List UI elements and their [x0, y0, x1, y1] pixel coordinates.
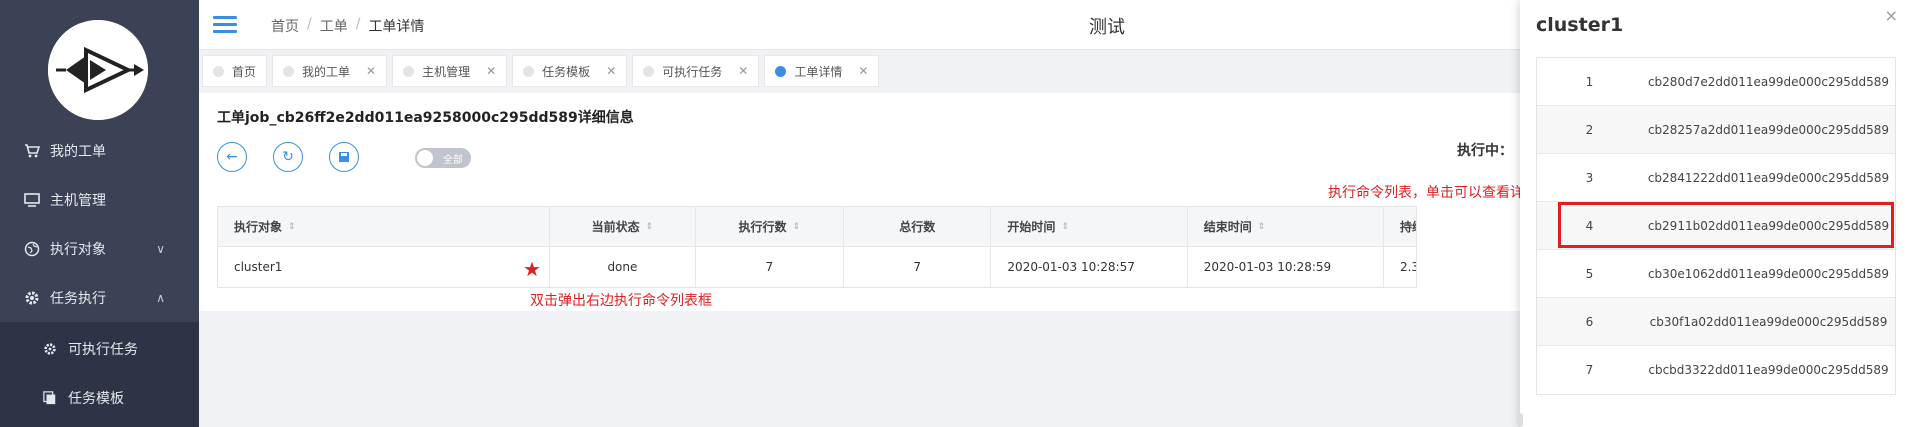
- tab-label: 主机管理: [422, 64, 471, 79]
- toggle-label: 全部: [443, 154, 463, 166]
- cart-icon: [24, 143, 40, 159]
- logo-icon: [48, 20, 148, 120]
- table-cell: 2020-01-03 10:28:59: [1188, 247, 1384, 287]
- show-all-toggle[interactable]: 全部: [415, 148, 471, 168]
- list-item[interactable]: 5 cb30e1062dd011ea99de000c295dd589: [1537, 250, 1895, 298]
- tab-label: 首页: [232, 64, 257, 79]
- tab-status-dot: [283, 65, 295, 77]
- tab-executable-tasks[interactable]: 可执行任务 ✕: [632, 55, 760, 87]
- column-header[interactable]: 结束时间 ⇕: [1188, 207, 1384, 246]
- column-header[interactable]: 执行对象 ⇕: [218, 207, 551, 246]
- breadcrumb-current: 工单详情: [368, 19, 425, 35]
- menu-item-host-management[interactable]: 主机管理: [0, 176, 199, 224]
- breadcrumb-separator: /: [355, 16, 361, 32]
- list-item[interactable]: 6 cb30f1a02dd011ea99de000c295dd589: [1537, 298, 1895, 346]
- tab-home[interactable]: 首页: [202, 55, 268, 87]
- breadcrumb: 首页 / 工单 / 工单详情: [271, 16, 424, 36]
- tab-label: 任务模板: [542, 64, 591, 79]
- table-header-row: 执行对象⇕ 当前状态⇕ 执行行数⇕ 总行数 开始时间⇕ 结束时间⇕ 持续时间⇕: [218, 207, 1416, 247]
- breadcrumb-home[interactable]: 首页: [271, 16, 299, 36]
- tab-status-dot: [643, 65, 655, 77]
- tab-my-orders[interactable]: 我的工单 ✕: [272, 55, 388, 87]
- globe-icon: [24, 241, 40, 257]
- table-cell: done: [550, 247, 696, 287]
- list-item[interactable]: 2 cb28257a2dd011ea99de000c295dd589: [1537, 106, 1895, 154]
- hamburger-menu-icon[interactable]: [213, 16, 237, 34]
- close-icon[interactable]: ✕: [606, 64, 616, 78]
- menu-item-label: 主机管理: [50, 193, 106, 209]
- tab-bar: 首页 我的工单 ✕ 主机管理 ✕ 任务模板 ✕ 可执行任务 ✕ 工单详情 ✕: [199, 55, 880, 89]
- tab-status-dot: [775, 65, 787, 77]
- submenu-item-task-templates[interactable]: 任务模板: [0, 374, 199, 422]
- menu-item-label: 我的工单: [50, 144, 106, 160]
- column-header[interactable]: 执行行数 ⇕: [696, 207, 845, 246]
- save-button[interactable]: [329, 142, 359, 172]
- refresh-button[interactable]: ↻: [273, 142, 303, 172]
- column-header[interactable]: 当前状态 ⇕: [550, 207, 696, 246]
- page-title: 测试: [1089, 17, 1125, 38]
- drawer-title: cluster1: [1536, 14, 1624, 36]
- tab-order-detail[interactable]: 工单详情 ✕: [764, 55, 880, 87]
- column-header[interactable]: 持续时间⇕: [1384, 207, 1416, 246]
- menu-item-exec-targets[interactable]: 执行对象 ∨: [0, 225, 199, 273]
- save-icon: [339, 152, 349, 162]
- chevron-up-icon: ∧: [156, 291, 165, 305]
- table-cell: 7: [696, 247, 845, 287]
- submenu-item-label: 任务模板: [68, 391, 124, 407]
- scrollbar[interactable]: [1517, 413, 1523, 427]
- close-icon[interactable]: ✕: [858, 64, 868, 78]
- table-cell: 2020-01-03 10:28:57: [991, 247, 1188, 287]
- job-title: 工单job_cb26ff2e2dd011ea9258000c295dd589详细…: [217, 110, 634, 126]
- list-item[interactable]: 3 cb2841222dd011ea99de000c295dd589: [1537, 154, 1895, 202]
- tab-label: 可执行任务: [662, 64, 723, 79]
- close-icon[interactable]: ×: [1885, 6, 1898, 25]
- close-icon[interactable]: ✕: [366, 64, 376, 78]
- column-header[interactable]: 总行数: [844, 207, 992, 246]
- table-row[interactable]: cluster1 done 7 7 2020-01-03 10:28:57 20…: [218, 247, 1416, 287]
- submenu-task-execution: 可执行任务 任务模板: [0, 322, 199, 427]
- menu-item-label: 任务执行: [50, 291, 106, 307]
- refresh-icon: ↻: [282, 149, 294, 165]
- breadcrumb-separator: /: [307, 16, 312, 32]
- submenu-item-label: 可执行任务: [68, 342, 138, 358]
- tab-label: 工单详情: [794, 64, 843, 79]
- tab-label: 我的工单: [302, 64, 351, 79]
- annotation-list-hint: 执行命令列表，单击可以查看详细: [1328, 185, 1538, 201]
- list-item[interactable]: 7 cbcbd3322dd011ea99de000c295dd589: [1537, 346, 1895, 394]
- table-cell: 7: [844, 247, 992, 287]
- toggle-knob: [417, 150, 433, 166]
- close-icon[interactable]: ✕: [486, 64, 496, 78]
- tab-status-dot: [213, 65, 224, 77]
- highlight-box: [1558, 202, 1894, 248]
- tab-host-management[interactable]: 主机管理 ✕: [392, 55, 508, 87]
- menu-item-label: 执行对象: [50, 242, 106, 258]
- breadcrumb-orders[interactable]: 工单: [320, 16, 348, 36]
- menu-item-my-orders[interactable]: 我的工单: [0, 127, 199, 175]
- close-icon[interactable]: ✕: [738, 64, 748, 78]
- list-item[interactable]: 1 cb280d7e2dd011ea99de000c295dd589: [1537, 58, 1895, 106]
- sidebar: 我的工单 主机管理 执行对象 ∨ 任务执行 ∧ 可执行任务 任务模板: [0, 0, 199, 427]
- tab-status-dot: [403, 65, 415, 77]
- settings-icon: [42, 341, 58, 357]
- tab-task-templates[interactable]: 任务模板 ✕: [512, 55, 628, 87]
- arrow-left-icon: ←: [226, 149, 238, 165]
- execution-table: 执行对象⇕ 当前状态⇕ 执行行数⇕ 总行数 开始时间⇕ 结束时间⇕ 持续时间⇕ …: [217, 206, 1417, 288]
- exec-status-label: 执行中：: [1457, 143, 1513, 159]
- menu-item-task-execution[interactable]: 任务执行 ∧: [0, 274, 199, 322]
- annotation-double-click: 双击弹出右边执行命令列表框: [530, 293, 712, 309]
- copy-icon: [42, 390, 58, 406]
- tab-status-dot: [523, 65, 535, 77]
- back-button[interactable]: ←: [217, 142, 247, 172]
- submenu-item-executable-tasks[interactable]: 可执行任务: [0, 325, 199, 373]
- logo: [48, 20, 148, 120]
- column-header[interactable]: 开始时间 ⇕: [991, 207, 1188, 246]
- table-cell: cluster1: [218, 247, 551, 287]
- gear-icon: [24, 290, 40, 306]
- table-cell: 2.39240837097167: [1399, 260, 1416, 274]
- star-icon: ★: [523, 257, 541, 281]
- monitor-icon: [24, 192, 40, 208]
- chevron-down-icon: ∨: [156, 242, 165, 256]
